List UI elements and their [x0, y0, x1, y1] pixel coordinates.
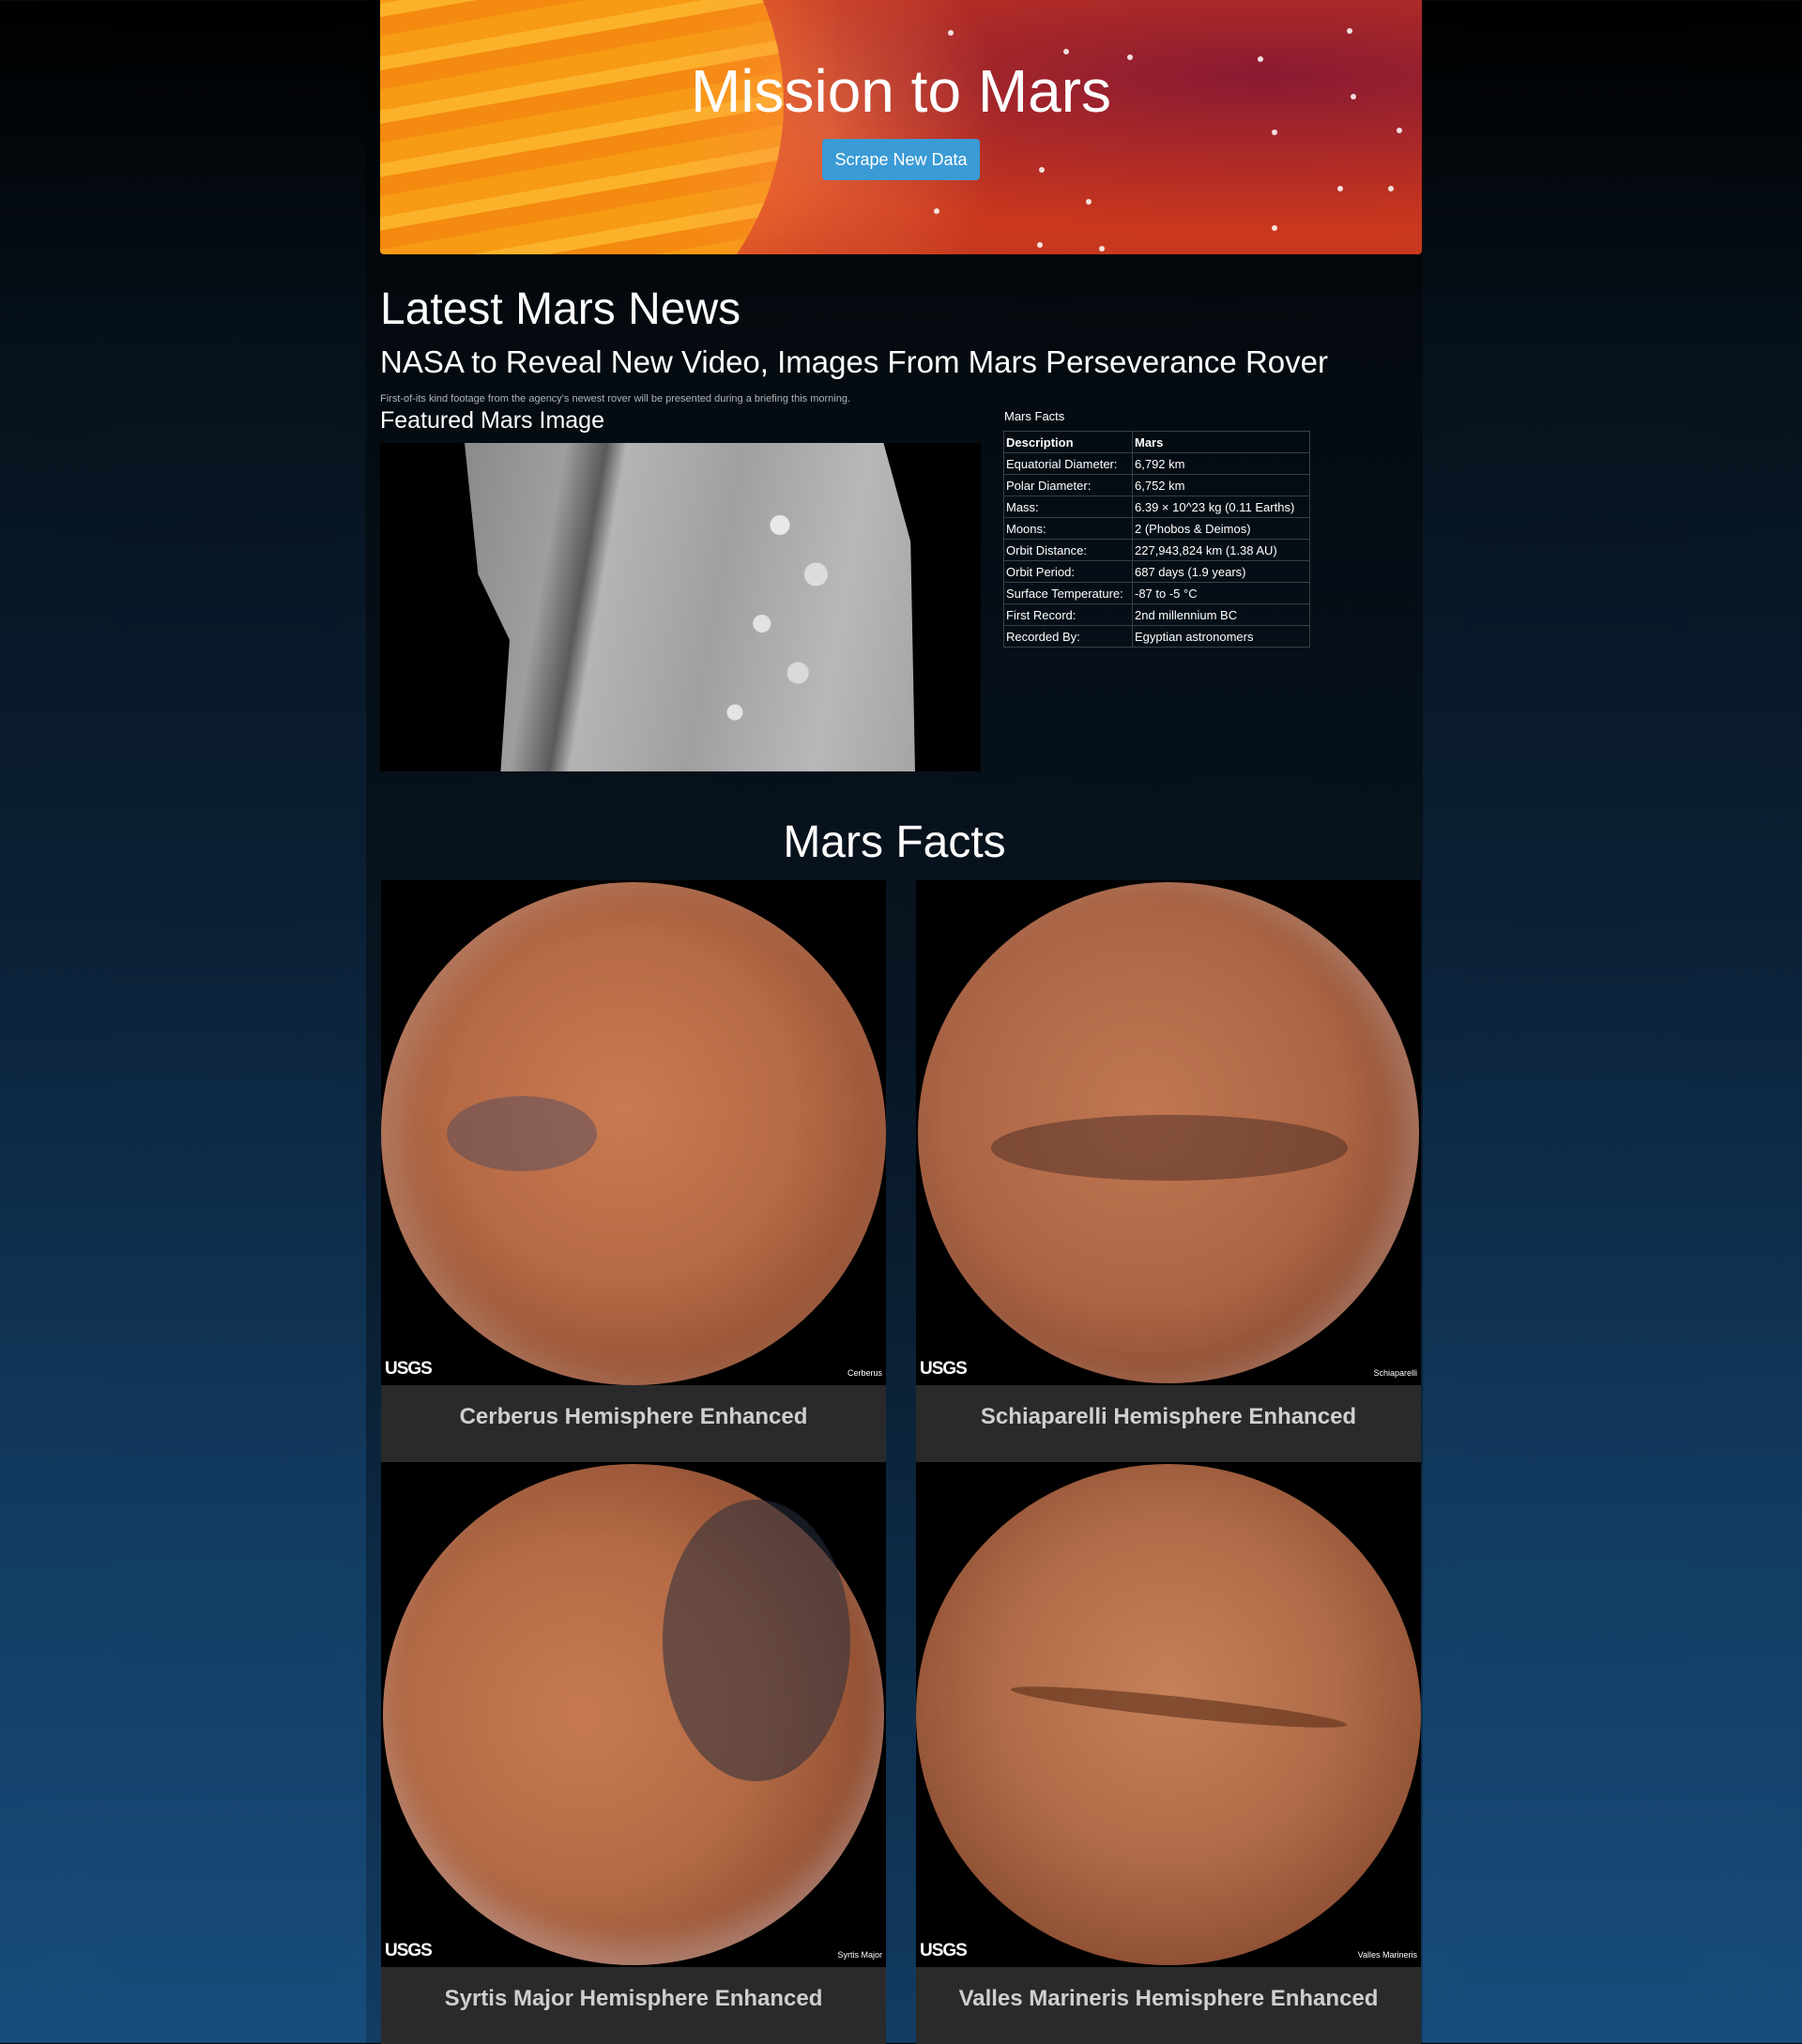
table-cell-label: Recorded By:	[1003, 625, 1133, 648]
hemisphere-title[interactable]: Cerberus Hemisphere Enhanced	[381, 1385, 886, 1462]
table-cell-label: Mass:	[1003, 496, 1133, 518]
usgs-logo: USGS	[385, 1941, 433, 1960]
table-cell-value: 2nd millennium BC	[1132, 603, 1310, 626]
scrape-new-data-button[interactable]: Scrape New Data	[822, 139, 980, 180]
star	[934, 208, 939, 214]
table-cell-label: Polar Diameter:	[1003, 474, 1133, 496]
table-cell-value: 2 (Phobos & Deimos)	[1132, 517, 1310, 540]
table-header-cell: Mars	[1132, 431, 1310, 453]
star	[1337, 186, 1343, 191]
star	[948, 30, 954, 36]
hemisphere-image-label: Schiaparelli	[1373, 1368, 1417, 1378]
star	[1272, 225, 1277, 231]
hemisphere-card-syrtis-major[interactable]: USGS Syrtis Major Syrtis Major Hemispher…	[381, 1462, 886, 2044]
hemisphere-image[interactable]: USGS Valles Marineris	[916, 1462, 1421, 1967]
featured-mars-image	[380, 443, 981, 771]
star	[1388, 186, 1394, 191]
table-row: Orbit Distance: 227,943,824 km (1.38 AU)	[1003, 539, 1310, 561]
hemisphere-image-label: Cerberus	[847, 1368, 882, 1378]
table-cell-label: Surface Temperature:	[1003, 582, 1133, 604]
table-row: Polar Diameter: 6,752 km	[1003, 474, 1310, 496]
hemisphere-image[interactable]: USGS Cerberus	[381, 880, 886, 1385]
table-cell-label: Moons:	[1003, 517, 1133, 540]
table-row: First Record: 2nd millennium BC	[1003, 603, 1310, 626]
hemisphere-card-schiaparelli[interactable]: USGS Schiaparelli Schiaparelli Hemispher…	[916, 880, 1421, 1462]
table-cell-label: Orbit Period:	[1003, 560, 1133, 583]
table-cell-value: 687 days (1.9 years)	[1132, 560, 1310, 583]
star	[1272, 130, 1277, 135]
featured-image-surface	[465, 443, 915, 771]
hemisphere-image[interactable]: USGS Syrtis Major	[381, 1462, 886, 1967]
table-row: Mass: 6.39 × 10^23 kg (0.11 Earths)	[1003, 496, 1310, 518]
hemispheres-heading: Mars Facts	[783, 817, 1006, 867]
table-cell-value: 6,792 km	[1132, 452, 1310, 475]
dark-region	[663, 1500, 850, 1781]
hemisphere-image-label: Syrtis Major	[837, 1950, 882, 1960]
hemisphere-title[interactable]: Schiaparelli Hemisphere Enhanced	[916, 1385, 1421, 1462]
latest-news-heading: Latest Mars News	[380, 284, 741, 334]
table-header-row: Description Mars	[1003, 431, 1310, 453]
usgs-logo: USGS	[385, 1359, 433, 1379]
star	[1037, 242, 1043, 248]
dark-region	[447, 1096, 597, 1171]
table-header-cell: Description	[1003, 431, 1133, 453]
table-cell-value: Egyptian astronomers	[1132, 625, 1310, 648]
dark-region	[991, 1115, 1348, 1181]
table-row: Moons: 2 (Phobos & Deimos)	[1003, 517, 1310, 540]
table-cell-value: 227,943,824 km (1.38 AU)	[1132, 539, 1310, 561]
table-cell-label: First Record:	[1003, 603, 1133, 626]
table-row: Equatorial Diameter: 6,792 km	[1003, 452, 1310, 475]
news-title: NASA to Reveal New Video, Images From Ma…	[380, 344, 1328, 379]
table-row: Surface Temperature: -87 to -5 °C	[1003, 582, 1310, 604]
hemisphere-title[interactable]: Valles Marineris Hemisphere Enhanced	[916, 1967, 1421, 2044]
featured-image-heading: Featured Mars Image	[380, 407, 604, 434]
mars-facts-table: Description Mars Equatorial Diameter: 6,7…	[1003, 431, 1310, 648]
sun-glow	[662, 0, 1000, 254]
star	[1039, 167, 1045, 173]
usgs-logo: USGS	[920, 1941, 968, 1960]
star	[1099, 246, 1105, 252]
news-teaser: First-of-its kind footage from the agenc…	[380, 393, 851, 404]
usgs-logo: USGS	[920, 1359, 968, 1379]
table-cell-label: Orbit Distance:	[1003, 539, 1133, 561]
hemisphere-image[interactable]: USGS Schiaparelli	[916, 880, 1421, 1385]
page-title: Mission to Mars	[690, 57, 1112, 125]
facts-table-caption: Mars Facts	[1004, 409, 1065, 423]
hemisphere-title[interactable]: Syrtis Major Hemisphere Enhanced	[381, 1967, 886, 2044]
star	[1397, 128, 1402, 133]
table-cell-value: 6.39 × 10^23 kg (0.11 Earths)	[1132, 496, 1310, 518]
hemisphere-card-valles-marineris[interactable]: USGS Valles Marineris Valles Marineris H…	[916, 1462, 1421, 2044]
star	[1347, 28, 1352, 34]
hemisphere-card-cerberus[interactable]: USGS Cerberus Cerberus Hemisphere Enhanc…	[381, 880, 886, 1462]
table-row: Recorded By: Egyptian astronomers	[1003, 625, 1310, 648]
table-cell-label: Equatorial Diameter:	[1003, 452, 1133, 475]
hemisphere-image-label: Valles Marineris	[1357, 1950, 1417, 1960]
star	[1063, 49, 1069, 54]
table-cell-value: 6,752 km	[1132, 474, 1310, 496]
hero-banner: Mission to Mars Scrape New Data	[380, 0, 1422, 254]
main-container: Mission to Mars Scrape New Data Latest M…	[366, 0, 1423, 2044]
table-row: Orbit Period: 687 days (1.9 years)	[1003, 560, 1310, 583]
star	[1086, 199, 1092, 205]
table-cell-value: -87 to -5 °C	[1132, 582, 1310, 604]
